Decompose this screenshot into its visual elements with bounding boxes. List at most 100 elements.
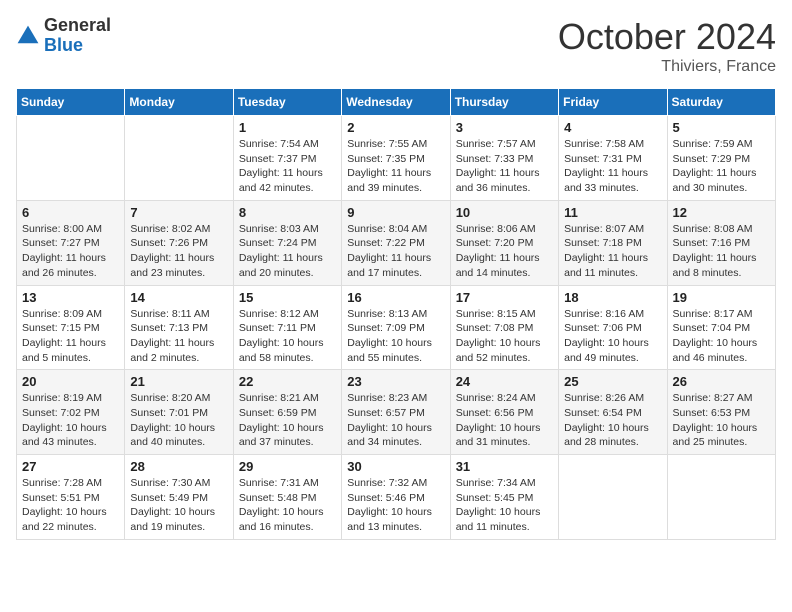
day-info: Sunrise: 8:12 AMSunset: 7:11 PMDaylight:…: [239, 307, 336, 366]
day-info: Sunrise: 8:20 AMSunset: 7:01 PMDaylight:…: [130, 391, 227, 450]
calendar-cell: 8 Sunrise: 8:03 AMSunset: 7:24 PMDaylight…: [233, 200, 341, 285]
calendar-cell: 27 Sunrise: 7:28 AMSunset: 5:51 PMDayligh…: [17, 455, 125, 540]
day-info: Sunrise: 8:21 AMSunset: 6:59 PMDaylight:…: [239, 391, 336, 450]
day-info: Sunrise: 7:54 AMSunset: 7:37 PMDaylight:…: [239, 137, 336, 196]
calendar-cell: 12Sunrise: 8:08 AMSunset: 7:16 PMDayligh…: [667, 200, 775, 285]
calendar-cell: 6 Sunrise: 8:00 AMSunset: 7:27 PMDaylight…: [17, 200, 125, 285]
calendar-cell: 23Sunrise: 8:23 AMSunset: 6:57 PMDayligh…: [342, 370, 450, 455]
calendar-cell: 28 Sunrise: 7:30 AMSunset: 5:49 PMDayligh…: [125, 455, 233, 540]
day-info: Sunrise: 7:32 AMSunset: 5:46 PMDaylight:…: [347, 476, 444, 535]
day-number: 28: [130, 459, 227, 474]
calendar-cell: 11 Sunrise: 8:07 AMSunset: 7:18 PMDayligh…: [559, 200, 667, 285]
calendar-cell: 3 Sunrise: 7:57 AMSunset: 7:33 PMDaylight…: [450, 116, 558, 201]
logo-icon: [16, 24, 40, 48]
calendar-cell: 16Sunrise: 8:13 AMSunset: 7:09 PMDayligh…: [342, 285, 450, 370]
day-number: 20: [22, 374, 119, 389]
day-info: Sunrise: 7:30 AMSunset: 5:49 PMDaylight:…: [130, 476, 227, 535]
weekday-header-thursday: Thursday: [450, 89, 558, 116]
day-number: 3: [456, 120, 553, 135]
day-number: 29: [239, 459, 336, 474]
calendar-week-row: 27 Sunrise: 7:28 AMSunset: 5:51 PMDayligh…: [17, 455, 776, 540]
day-info: Sunrise: 8:04 AMSunset: 7:22 PMDaylight:…: [347, 222, 444, 281]
day-info: Sunrise: 7:55 AMSunset: 7:35 PMDaylight:…: [347, 137, 444, 196]
weekday-header-monday: Monday: [125, 89, 233, 116]
calendar-cell: 24Sunrise: 8:24 AMSunset: 6:56 PMDayligh…: [450, 370, 558, 455]
day-number: 18: [564, 290, 661, 305]
day-number: 17: [456, 290, 553, 305]
day-info: Sunrise: 7:34 AMSunset: 5:45 PMDaylight:…: [456, 476, 553, 535]
day-number: 4: [564, 120, 661, 135]
day-info: Sunrise: 8:07 AMSunset: 7:18 PMDaylight:…: [564, 222, 661, 281]
weekday-header-tuesday: Tuesday: [233, 89, 341, 116]
page-header: General Blue October 2024 Thiviers, Fran…: [16, 16, 776, 76]
day-number: 26: [673, 374, 770, 389]
day-info: Sunrise: 8:19 AMSunset: 7:02 PMDaylight:…: [22, 391, 119, 450]
weekday-header-saturday: Saturday: [667, 89, 775, 116]
day-info: Sunrise: 7:28 AMSunset: 5:51 PMDaylight:…: [22, 476, 119, 535]
day-info: Sunrise: 8:24 AMSunset: 6:56 PMDaylight:…: [456, 391, 553, 450]
logo-text: General Blue: [44, 16, 111, 56]
calendar-cell: 4Sunrise: 7:58 AMSunset: 7:31 PMDaylight…: [559, 116, 667, 201]
day-number: 9: [347, 205, 444, 220]
day-number: 7: [130, 205, 227, 220]
day-number: 6: [22, 205, 119, 220]
day-number: 30: [347, 459, 444, 474]
day-info: Sunrise: 8:16 AMSunset: 7:06 PMDaylight:…: [564, 307, 661, 366]
calendar-cell: 5 Sunrise: 7:59 AMSunset: 7:29 PMDaylight…: [667, 116, 775, 201]
title-block: October 2024 Thiviers, France: [558, 16, 776, 76]
month-title: October 2024: [558, 16, 776, 58]
calendar-cell: 31 Sunrise: 7:34 AMSunset: 5:45 PMDayligh…: [450, 455, 558, 540]
day-info: Sunrise: 8:00 AMSunset: 7:27 PMDaylight:…: [22, 222, 119, 281]
weekday-header-friday: Friday: [559, 89, 667, 116]
calendar-cell: 15 Sunrise: 8:12 AMSunset: 7:11 PMDayligh…: [233, 285, 341, 370]
calendar-cell: 19Sunrise: 8:17 AMSunset: 7:04 PMDayligh…: [667, 285, 775, 370]
calendar-cell: 9 Sunrise: 8:04 AMSunset: 7:22 PMDaylight…: [342, 200, 450, 285]
calendar-cell: 10 Sunrise: 8:06 AMSunset: 7:20 PMDayligh…: [450, 200, 558, 285]
logo-general: General: [44, 16, 111, 36]
calendar-cell: 2 Sunrise: 7:55 AMSunset: 7:35 PMDaylight…: [342, 116, 450, 201]
calendar-week-row: 13Sunrise: 8:09 AMSunset: 7:15 PMDayligh…: [17, 285, 776, 370]
day-info: Sunrise: 7:57 AMSunset: 7:33 PMDaylight:…: [456, 137, 553, 196]
calendar-cell: 7 Sunrise: 8:02 AMSunset: 7:26 PMDaylight…: [125, 200, 233, 285]
calendar-cell: 18 Sunrise: 8:16 AMSunset: 7:06 PMDayligh…: [559, 285, 667, 370]
day-info: Sunrise: 8:27 AMSunset: 6:53 PMDaylight:…: [673, 391, 770, 450]
day-number: 25: [564, 374, 661, 389]
day-info: Sunrise: 8:11 AMSunset: 7:13 PMDaylight:…: [130, 307, 227, 366]
day-info: Sunrise: 8:06 AMSunset: 7:20 PMDaylight:…: [456, 222, 553, 281]
calendar-cell: [17, 116, 125, 201]
day-number: 19: [673, 290, 770, 305]
day-number: 11: [564, 205, 661, 220]
location-title: Thiviers, France: [558, 58, 776, 76]
calendar-header-row: SundayMondayTuesdayWednesdayThursdayFrid…: [17, 89, 776, 116]
weekday-header-wednesday: Wednesday: [342, 89, 450, 116]
day-number: 8: [239, 205, 336, 220]
day-number: 31: [456, 459, 553, 474]
calendar-cell: 13Sunrise: 8:09 AMSunset: 7:15 PMDayligh…: [17, 285, 125, 370]
calendar-table: SundayMondayTuesdayWednesdayThursdayFrid…: [16, 88, 776, 540]
logo-blue: Blue: [44, 36, 111, 56]
calendar-cell: 26 Sunrise: 8:27 AMSunset: 6:53 PMDayligh…: [667, 370, 775, 455]
calendar-week-row: 6 Sunrise: 8:00 AMSunset: 7:27 PMDaylight…: [17, 200, 776, 285]
day-number: 15: [239, 290, 336, 305]
day-info: Sunrise: 8:23 AMSunset: 6:57 PMDaylight:…: [347, 391, 444, 450]
calendar-cell: 14Sunrise: 8:11 AMSunset: 7:13 PMDayligh…: [125, 285, 233, 370]
calendar-cell: 1Sunrise: 7:54 AMSunset: 7:37 PMDaylight…: [233, 116, 341, 201]
calendar-cell: [125, 116, 233, 201]
calendar-week-row: 1Sunrise: 7:54 AMSunset: 7:37 PMDaylight…: [17, 116, 776, 201]
calendar-cell: 29 Sunrise: 7:31 AMSunset: 5:48 PMDayligh…: [233, 455, 341, 540]
day-number: 2: [347, 120, 444, 135]
calendar-week-row: 20 Sunrise: 8:19 AMSunset: 7:02 PMDayligh…: [17, 370, 776, 455]
day-info: Sunrise: 8:02 AMSunset: 7:26 PMDaylight:…: [130, 222, 227, 281]
day-info: Sunrise: 7:31 AMSunset: 5:48 PMDaylight:…: [239, 476, 336, 535]
day-number: 12: [673, 205, 770, 220]
day-number: 21: [130, 374, 227, 389]
day-info: Sunrise: 7:59 AMSunset: 7:29 PMDaylight:…: [673, 137, 770, 196]
day-number: 16: [347, 290, 444, 305]
day-number: 5: [673, 120, 770, 135]
weekday-header-sunday: Sunday: [17, 89, 125, 116]
day-number: 10: [456, 205, 553, 220]
day-info: Sunrise: 8:09 AMSunset: 7:15 PMDaylight:…: [22, 307, 119, 366]
day-number: 27: [22, 459, 119, 474]
calendar-cell: 25Sunrise: 8:26 AMSunset: 6:54 PMDayligh…: [559, 370, 667, 455]
day-info: Sunrise: 8:03 AMSunset: 7:24 PMDaylight:…: [239, 222, 336, 281]
